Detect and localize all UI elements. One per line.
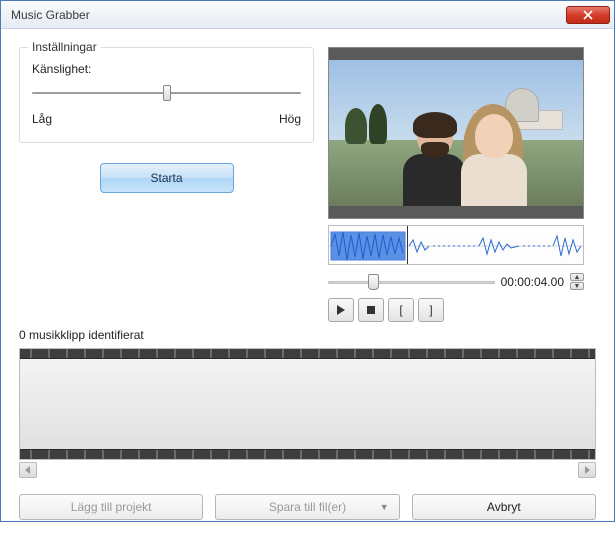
identified-count: 0 musikklipp identifierat [19, 328, 596, 342]
waveform[interactable] [328, 225, 584, 265]
waveform-playhead[interactable] [407, 226, 408, 264]
play-icon [336, 305, 346, 315]
slider-thumb[interactable] [163, 85, 171, 101]
cancel-label: Avbryt [487, 500, 521, 514]
add-to-project-button: Lägg till projekt [19, 494, 203, 520]
bracket-close-icon: ] [429, 303, 432, 317]
save-to-files-button: Spara till fil(er) ▼ [215, 494, 399, 520]
sensitivity-slider[interactable] [32, 84, 301, 100]
timecode: 00:00:04.00 [501, 275, 564, 289]
mark-out-button[interactable]: ] [418, 298, 444, 322]
settings-legend: Inställningar [28, 40, 101, 54]
time-step-down[interactable]: ▼ [570, 282, 584, 290]
cancel-button[interactable]: Avbryt [412, 494, 596, 520]
start-button[interactable]: Starta [100, 163, 234, 193]
settings-group: Inställningar Känslighet: Låg Hög [19, 47, 314, 143]
scroll-right-button[interactable] [578, 462, 596, 478]
dropdown-caret-icon: ▼ [380, 502, 389, 512]
clip-strip [19, 348, 596, 460]
window-title: Music Grabber [11, 8, 566, 22]
close-icon [583, 10, 593, 20]
bracket-open-icon: [ [399, 303, 402, 317]
add-to-project-label: Lägg till projekt [71, 500, 152, 514]
stop-button[interactable] [358, 298, 384, 322]
scroll-left-button[interactable] [19, 462, 37, 478]
slider-high-label: Hög [279, 112, 301, 126]
chevron-right-icon [583, 466, 591, 474]
seek-slider[interactable] [328, 275, 495, 289]
stop-icon [366, 305, 376, 315]
close-button[interactable] [566, 6, 610, 24]
play-button[interactable] [328, 298, 354, 322]
chevron-left-icon [24, 466, 32, 474]
sensitivity-label: Känslighet: [32, 62, 301, 76]
seek-thumb[interactable] [368, 274, 379, 290]
slider-low-label: Låg [32, 112, 52, 126]
time-step-up[interactable]: ▲ [570, 273, 584, 281]
video-preview [328, 47, 584, 219]
save-to-files-label: Spara till fil(er) [269, 500, 346, 514]
titlebar: Music Grabber [1, 1, 614, 29]
mark-in-button[interactable]: [ [388, 298, 414, 322]
